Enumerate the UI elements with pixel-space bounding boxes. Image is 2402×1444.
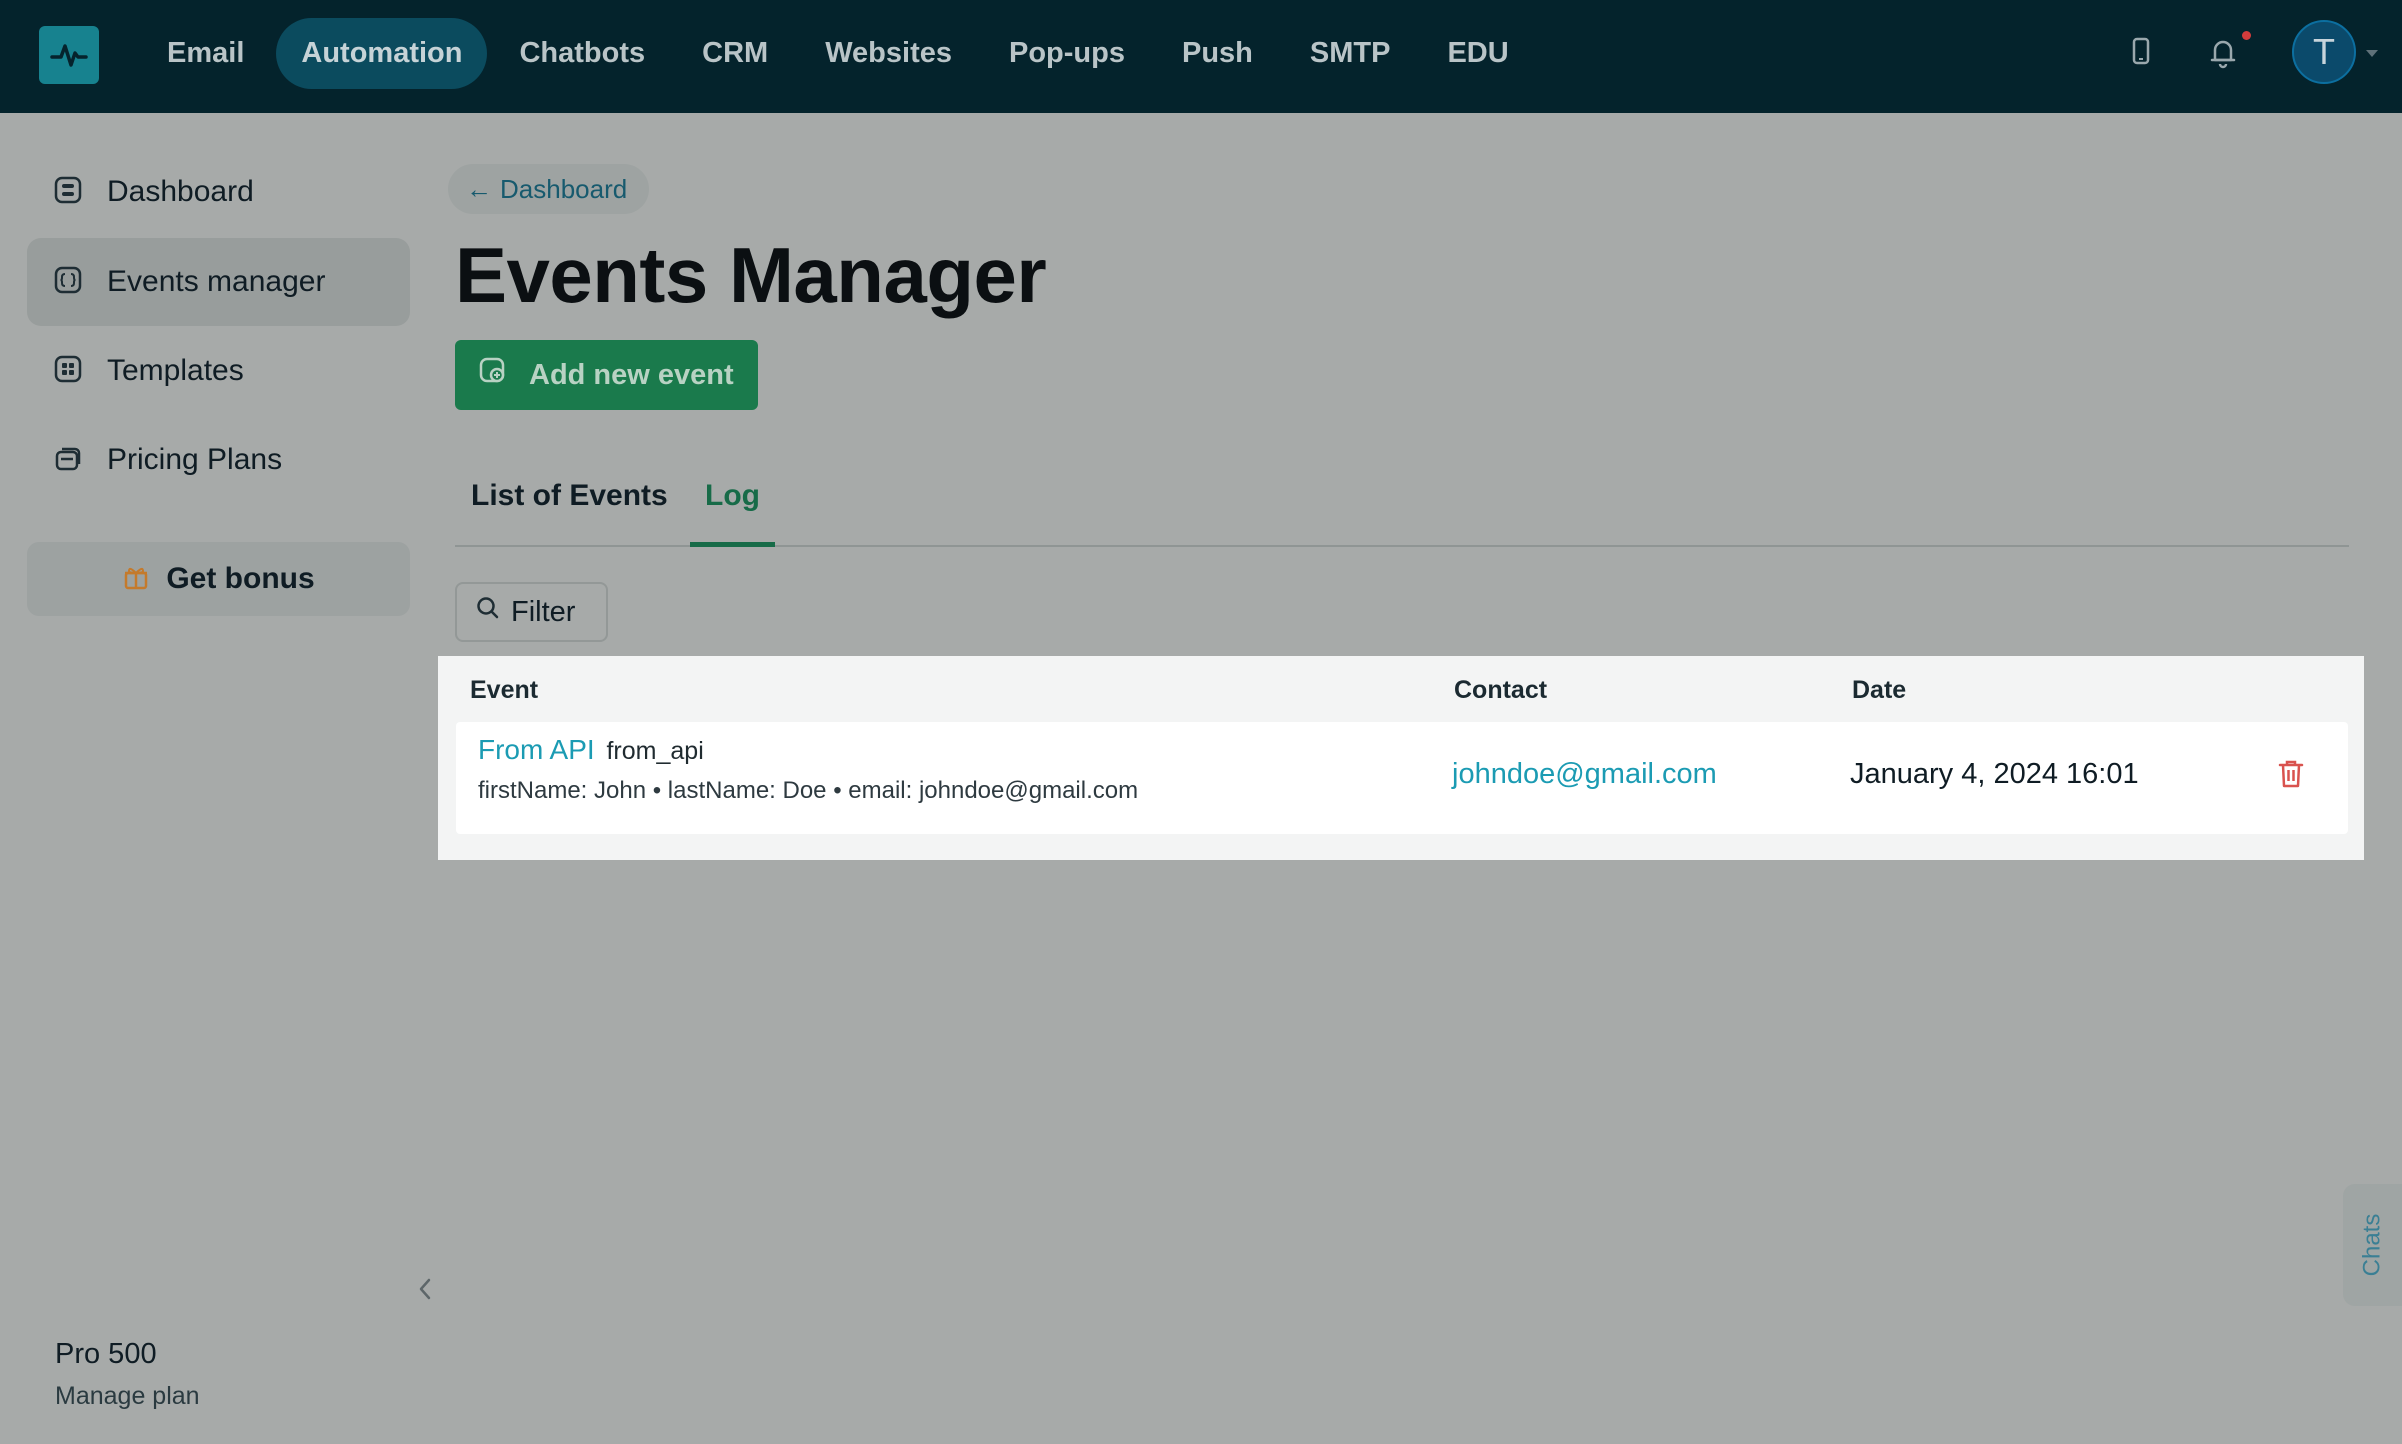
chats-label: Chats xyxy=(2358,1213,2386,1277)
trash-icon[interactable] xyxy=(2276,758,2306,795)
mobile-icon[interactable] xyxy=(2128,36,2154,68)
column-header-date: Date xyxy=(1852,676,1907,704)
tab-log[interactable]: Log xyxy=(690,470,775,547)
sidebar-item-label: Dashboard xyxy=(107,175,254,208)
page-title: Events Manager xyxy=(455,231,1047,319)
nav-chatbots[interactable]: Chatbots xyxy=(494,18,670,89)
filter-button[interactable]: Filter xyxy=(455,582,608,642)
breadcrumb-label: Dashboard xyxy=(500,173,628,204)
notification-dot xyxy=(2242,31,2251,40)
get-bonus-button[interactable]: Get bonus xyxy=(27,542,410,616)
sidebar-item-pricing-plans[interactable]: Pricing Plans xyxy=(27,416,410,504)
add-event-icon xyxy=(477,355,509,395)
event-key: from_api xyxy=(606,737,704,765)
nav-crm[interactable]: CRM xyxy=(677,18,793,89)
chevron-down-icon[interactable] xyxy=(2366,50,2378,57)
contact-link[interactable]: johndoe@gmail.com xyxy=(1452,758,1717,791)
pricing-icon xyxy=(53,443,83,478)
column-header-contact: Contact xyxy=(1454,676,1548,704)
sidebar-item-dashboard[interactable]: Dashboard xyxy=(27,148,410,236)
get-bonus-label: Get bonus xyxy=(166,562,315,595)
nav-smtp[interactable]: SMTP xyxy=(1285,18,1416,89)
sidebar-item-events-manager[interactable]: Events manager xyxy=(27,238,410,326)
main-nav: Email Automation Chatbots CRM Websites P… xyxy=(142,18,1541,89)
bell-icon[interactable] xyxy=(2208,36,2238,70)
tab-list-of-events[interactable]: List of Events xyxy=(471,470,668,545)
tabs: List of Events Log xyxy=(455,470,2349,547)
collapse-sidebar-icon[interactable] xyxy=(414,1276,436,1307)
sidebar-item-label: Events manager xyxy=(107,265,326,298)
event-name-link[interactable]: From API xyxy=(478,734,595,765)
event-date: January 4, 2024 16:01 xyxy=(1850,758,2139,790)
nav-email[interactable]: Email xyxy=(142,18,269,89)
event-params: firstName: John • lastName: Doe • email:… xyxy=(478,777,1139,804)
arrow-left-icon: ← xyxy=(466,173,492,204)
sidebar-item-templates[interactable]: Templates xyxy=(27,327,410,415)
nav-edu[interactable]: EDU xyxy=(1422,18,1533,89)
nav-websites[interactable]: Websites xyxy=(800,18,977,89)
column-header-event: Event xyxy=(470,676,539,704)
manage-plan-link[interactable]: Manage plan xyxy=(55,1382,200,1411)
chats-tab[interactable]: Chats xyxy=(2343,1184,2402,1306)
search-icon xyxy=(475,595,501,629)
avatar[interactable]: T xyxy=(2292,20,2356,84)
events-log-table: Event Contact Date From API from_api fir… xyxy=(438,656,2364,860)
event-name-cell: From API from_api xyxy=(478,734,704,766)
add-new-event-label: Add new event xyxy=(529,358,734,391)
events-icon xyxy=(53,265,83,300)
breadcrumb[interactable]: ← Dashboard xyxy=(448,164,650,214)
logo-pulse-icon[interactable] xyxy=(39,26,99,84)
nav-automation[interactable]: Automation xyxy=(276,18,488,89)
table-row: From API from_api firstName: John • last… xyxy=(456,722,2348,834)
sidebar-item-label: Pricing Plans xyxy=(107,443,283,476)
gift-icon xyxy=(122,563,150,596)
nav-popups[interactable]: Pop-ups xyxy=(984,18,1150,89)
sidebar-item-label: Templates xyxy=(107,354,244,387)
templates-icon xyxy=(53,354,83,389)
top-navigation-bar: Email Automation Chatbots CRM Websites P… xyxy=(0,0,2402,113)
add-new-event-button[interactable]: Add new event xyxy=(455,340,758,410)
filter-label: Filter xyxy=(511,595,576,628)
plan-name: Pro 500 xyxy=(55,1338,157,1370)
nav-push[interactable]: Push xyxy=(1157,18,1278,89)
dashboard-icon xyxy=(53,175,83,210)
